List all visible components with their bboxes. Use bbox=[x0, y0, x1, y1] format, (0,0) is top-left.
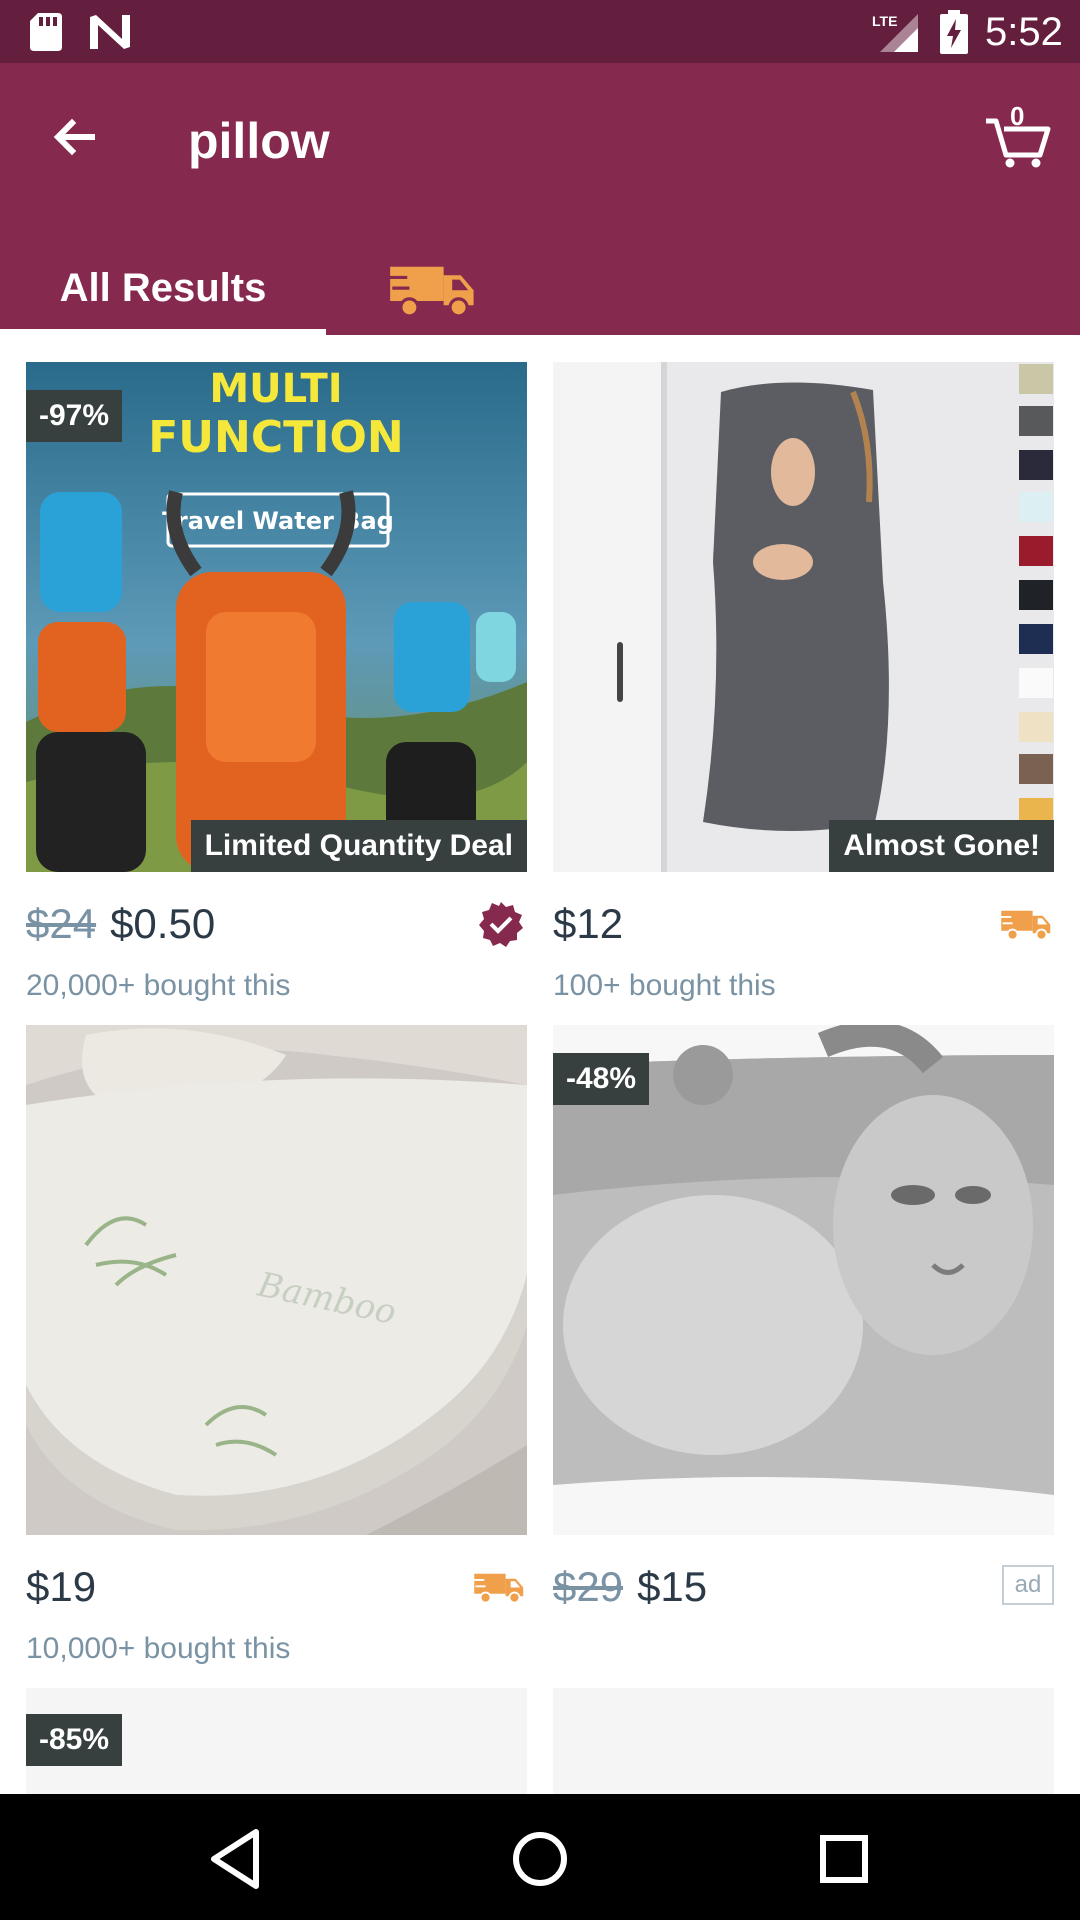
discount-badge: -97% bbox=[26, 390, 123, 442]
original-price: $24 bbox=[26, 900, 97, 947]
sale-price: $12 bbox=[553, 900, 624, 947]
product-image-backpack[interactable]: MULTI FUNCTION Travel Water Bag -97% Lim… bbox=[26, 362, 527, 872]
product-image-bamboo-pillow[interactable]: Bamboo bbox=[26, 1025, 527, 1535]
image-text-function: FUNCTION bbox=[148, 412, 404, 463]
discount-badge: -85% bbox=[26, 1714, 123, 1766]
original-price: $29 bbox=[553, 1563, 624, 1610]
product-image-placeholder[interactable] bbox=[553, 1688, 1054, 1794]
product-image-body-pillow[interactable]: Almost Gone! bbox=[553, 362, 1054, 872]
image-text-multi: MULTI bbox=[209, 366, 342, 412]
product-image-face-pillowcase[interactable]: -48% bbox=[553, 1025, 1054, 1535]
tab-all-results[interactable]: All Results bbox=[0, 243, 326, 329]
price-row: $12 bbox=[553, 894, 1054, 954]
deal-badge: Limited Quantity Deal bbox=[190, 820, 527, 872]
express-truck-icon bbox=[473, 1573, 524, 1604]
battery-charging-icon bbox=[940, 10, 968, 54]
product-card[interactable]: -85% bbox=[26, 1688, 527, 1794]
sale-price: $19 bbox=[26, 1563, 97, 1610]
bought-count: 10,000+ bought this bbox=[26, 1632, 291, 1665]
search-query-title[interactable]: pillow bbox=[188, 111, 330, 171]
status-clock: 5:52 bbox=[985, 10, 1063, 54]
product-card[interactable] bbox=[553, 1688, 1054, 1794]
deal-badge: Almost Gone! bbox=[829, 820, 1054, 872]
image-text-travel-water-bag: Travel Water Bag bbox=[162, 507, 394, 535]
back-triangle-icon[interactable] bbox=[200, 1824, 270, 1894]
n-notification-icon bbox=[90, 15, 130, 49]
sale-price: $0.50 bbox=[110, 900, 216, 947]
product-image-placeholder[interactable]: -85% bbox=[26, 1688, 527, 1794]
lte-signal-icon: LTE bbox=[872, 13, 918, 52]
app-bar: pillow 0 All Results bbox=[0, 63, 1080, 335]
recents-square-icon[interactable] bbox=[809, 1824, 879, 1894]
bought-count: 20,000+ bought this bbox=[26, 969, 291, 1002]
status-bar: LTE 5:52 bbox=[0, 0, 1080, 63]
bought-count: 100+ bought this bbox=[553, 969, 776, 1002]
tab-selected-indicator bbox=[0, 329, 326, 335]
ad-label: ad bbox=[1002, 1565, 1054, 1605]
back-arrow-icon[interactable] bbox=[42, 107, 106, 171]
discount-badge: -48% bbox=[553, 1053, 650, 1105]
price-row: $19 bbox=[26, 1557, 527, 1617]
express-truck-icon[interactable] bbox=[388, 253, 480, 319]
express-truck-icon bbox=[1000, 910, 1051, 941]
verified-check-icon bbox=[479, 902, 523, 947]
lte-label: LTE bbox=[872, 13, 897, 29]
price-row: $29 $15 bbox=[553, 1557, 1054, 1617]
sale-price: $15 bbox=[637, 1563, 708, 1610]
price-row: $24 $0.50 bbox=[26, 894, 527, 954]
system-nav-bar bbox=[0, 1794, 1080, 1920]
home-circle-icon[interactable] bbox=[505, 1824, 575, 1894]
sd-card-icon bbox=[30, 13, 62, 51]
cart-count-badge: 0 bbox=[1010, 101, 1025, 131]
